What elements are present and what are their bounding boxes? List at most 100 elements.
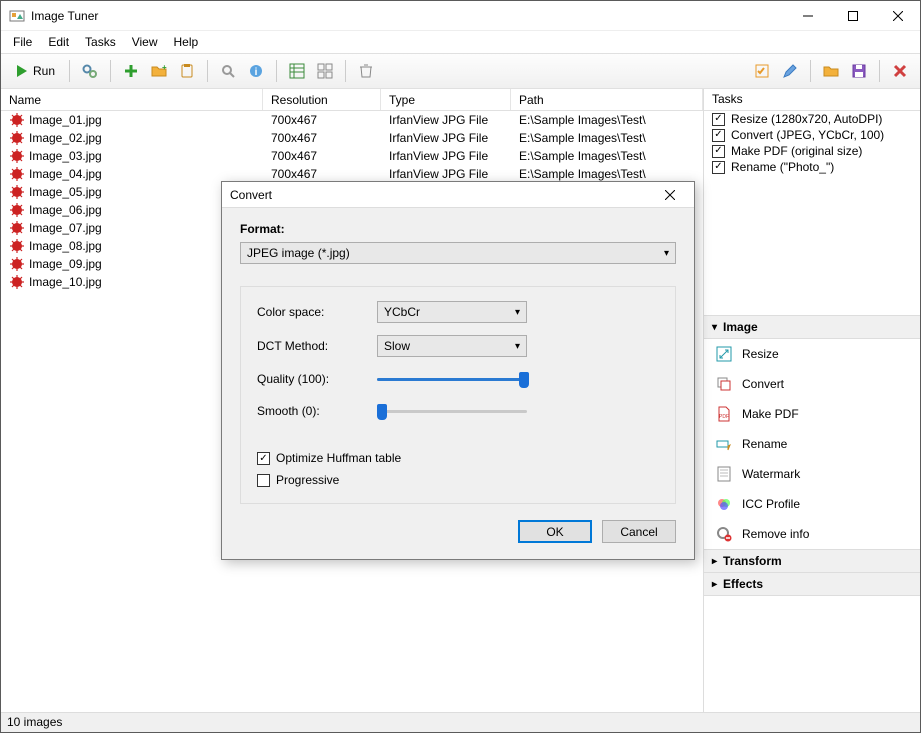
action-make-pdf[interactable]: PDFMake PDF: [704, 399, 920, 429]
color-space-value: YCbCr: [384, 305, 420, 319]
file-resolution: 700x467: [263, 167, 381, 181]
cancel-button[interactable]: Cancel: [602, 520, 676, 543]
dct-combo[interactable]: Slow ▾: [377, 335, 527, 357]
action-remove-info[interactable]: Remove info: [704, 519, 920, 549]
color-space-combo[interactable]: YCbCr ▾: [377, 301, 527, 323]
chevron-down-icon: ▾: [515, 341, 520, 352]
checkbox-icon: ✓: [712, 145, 725, 158]
svg-text:PDF: PDF: [719, 414, 729, 420]
add-folder-button[interactable]: +: [145, 57, 173, 85]
info-button[interactable]: i: [242, 57, 270, 85]
list-view-button[interactable]: [283, 57, 311, 85]
action-watermark[interactable]: Watermark: [704, 459, 920, 489]
format-label: Format:: [240, 222, 676, 236]
smooth-slider[interactable]: [377, 401, 527, 421]
open-button[interactable]: [817, 57, 845, 85]
image-file-icon: [9, 202, 25, 218]
edit-task-button[interactable]: [776, 57, 804, 85]
icc-profile-icon: [716, 496, 732, 512]
grid-icon: [317, 63, 333, 79]
format-combo[interactable]: JPEG image (*.jpg) ▾: [240, 242, 676, 264]
convert-icon: [716, 376, 732, 392]
save-button[interactable]: [845, 57, 873, 85]
col-header-resolution[interactable]: Resolution: [263, 89, 381, 110]
add-button[interactable]: [117, 57, 145, 85]
dialog-close-button[interactable]: [654, 182, 686, 208]
run-button[interactable]: Run: [7, 57, 63, 85]
remove-button[interactable]: [886, 57, 914, 85]
task-item[interactable]: ✓Resize (1280x720, AutoDPI): [704, 111, 920, 127]
search-button[interactable]: [214, 57, 242, 85]
file-type: IrfanView JPG File: [381, 113, 511, 127]
col-header-type[interactable]: Type: [381, 89, 511, 110]
accordion-image-label: Image: [723, 320, 758, 334]
play-icon: [15, 64, 29, 78]
image-file-icon: [9, 148, 25, 164]
task-item[interactable]: ✓Make PDF (original size): [704, 143, 920, 159]
maximize-button[interactable]: [830, 1, 875, 31]
col-header-path[interactable]: Path: [511, 89, 703, 110]
save-icon: [851, 63, 867, 79]
smooth-label: Smooth (0):: [257, 404, 377, 418]
settings-button[interactable]: [76, 57, 104, 85]
task-label: Rename ("Photo_"): [731, 160, 834, 174]
trash-icon: [358, 63, 374, 79]
statusbar: 10 images: [1, 712, 920, 732]
toolbar: Run + i: [1, 53, 920, 89]
close-icon: [665, 190, 675, 200]
minimize-button[interactable]: [785, 1, 830, 31]
task-item[interactable]: ✓Convert (JPEG, YCbCr, 100): [704, 127, 920, 143]
table-row[interactable]: Image_03.jpg700x467IrfanView JPG FileE:\…: [1, 147, 703, 165]
ok-button[interactable]: OK: [518, 520, 592, 543]
dialog-titlebar[interactable]: Convert: [222, 182, 694, 208]
file-name: Image_01.jpg: [29, 113, 102, 127]
clipboard-icon: [179, 63, 195, 79]
optimize-huffman-label: Optimize Huffman table: [276, 451, 401, 465]
action-icc-profile[interactable]: ICC Profile: [704, 489, 920, 519]
quality-slider[interactable]: [377, 369, 527, 389]
task-label: Resize (1280x720, AutoDPI): [731, 112, 882, 126]
col-header-name[interactable]: Name: [1, 89, 263, 110]
chevron-down-icon: ▾: [664, 248, 669, 259]
progressive-checkbox[interactable]: Progressive: [257, 473, 659, 487]
checkbox-icon: ✓: [712, 161, 725, 174]
optimize-huffman-checkbox[interactable]: ✓ Optimize Huffman table: [257, 451, 659, 465]
menubar: File Edit Tasks View Help: [1, 31, 920, 53]
delete-button[interactable]: [352, 57, 380, 85]
grid-view-button[interactable]: [311, 57, 339, 85]
tasks-button[interactable]: [748, 57, 776, 85]
chevron-right-icon: ▸: [712, 556, 717, 567]
convert-dialog: Convert Format: JPEG image (*.jpg) ▾ Col…: [221, 181, 695, 560]
action-convert[interactable]: Convert: [704, 369, 920, 399]
accordion-image[interactable]: ▾ Image: [704, 315, 920, 339]
task-item[interactable]: ✓ Rename ("Photo_"): [704, 159, 920, 175]
tasks-header: Tasks: [704, 89, 920, 111]
action-rename[interactable]: Rename: [704, 429, 920, 459]
file-resolution: 700x467: [263, 131, 381, 145]
menu-view[interactable]: View: [124, 33, 166, 51]
image-file-icon: [9, 238, 25, 254]
file-type: IrfanView JPG File: [381, 167, 511, 181]
chevron-down-icon: ▾: [515, 307, 520, 318]
action-label: Convert: [742, 377, 784, 391]
action-label: Watermark: [742, 467, 800, 481]
make-pdf-icon: PDF: [716, 406, 732, 422]
image-file-icon: [9, 130, 25, 146]
file-path: E:\Sample Images\Test\: [511, 113, 703, 127]
pencil-icon: [782, 63, 798, 79]
dct-label: DCT Method:: [257, 339, 377, 353]
menu-tasks[interactable]: Tasks: [77, 33, 124, 51]
table-row[interactable]: Image_01.jpg700x467IrfanView JPG FileE:\…: [1, 111, 703, 129]
task-label: Convert (JPEG, YCbCr, 100): [731, 128, 884, 142]
action-resize[interactable]: Resize: [704, 339, 920, 369]
menu-edit[interactable]: Edit: [40, 33, 77, 51]
accordion-effects[interactable]: ▸ Effects: [704, 572, 920, 596]
paste-button[interactable]: [173, 57, 201, 85]
table-row[interactable]: Image_02.jpg700x467IrfanView JPG FileE:\…: [1, 129, 703, 147]
close-button[interactable]: [875, 1, 920, 31]
menu-help[interactable]: Help: [166, 33, 207, 51]
image-file-icon: [9, 274, 25, 290]
menu-file[interactable]: File: [5, 33, 40, 51]
accordion-transform[interactable]: ▸ Transform: [704, 549, 920, 573]
accordion-transform-label: Transform: [723, 554, 782, 568]
